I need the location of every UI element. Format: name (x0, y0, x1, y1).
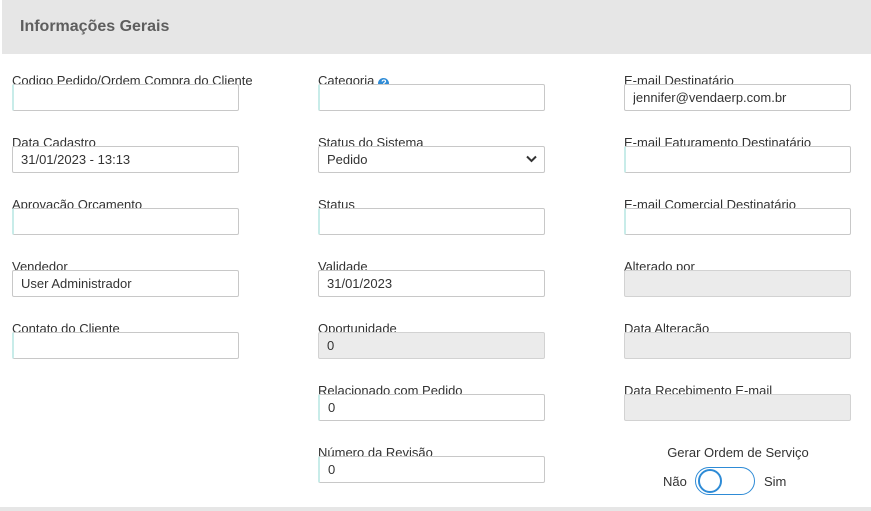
data-recebimento-input (624, 394, 851, 421)
status-sistema-field: Status do Sistema Pedido (318, 135, 546, 173)
email-faturamento-field: E-mail Faturamento Destinatário (624, 135, 852, 173)
vendedor-field: Vendedor (12, 259, 240, 297)
email-faturamento-input[interactable] (624, 146, 851, 173)
oportunidade-input (318, 332, 545, 359)
bottom-divider (0, 507, 871, 511)
data-cadastro-input[interactable] (12, 146, 239, 173)
aprovacao-orcamento-input[interactable] (12, 208, 239, 235)
categoria-input[interactable] (318, 84, 545, 111)
relacionado-pedido-input[interactable] (318, 394, 545, 421)
validade-field: Validade (318, 259, 546, 297)
vendedor-input[interactable] (12, 270, 239, 297)
data-alteracao-field: Data Alteração (624, 321, 852, 359)
email-comercial-input[interactable] (624, 208, 851, 235)
data-cadastro-field: Data Cadastro (12, 135, 240, 173)
oportunidade-field: Oportunidade (318, 321, 546, 359)
gerar-ordem-servico-field: Gerar Ordem de Serviço Não Sim (624, 445, 852, 497)
toggle-knob (698, 469, 722, 493)
status-input[interactable] (318, 208, 545, 235)
gerar-ordem-servico-row: Não Sim (624, 467, 852, 497)
status-field: Status (318, 197, 546, 235)
alterado-por-field: Alterado por (624, 259, 852, 297)
contato-cliente-field: Contato do Cliente (12, 321, 240, 359)
codigo-pedido-input[interactable] (12, 84, 239, 111)
validade-input[interactable] (318, 270, 545, 297)
contato-cliente-input[interactable] (12, 332, 239, 359)
status-sistema-select[interactable]: Pedido (318, 146, 545, 173)
aprovacao-orcamento-field: Aprovação Orçamento (12, 197, 240, 235)
alterado-por-input (624, 270, 851, 297)
email-comercial-field: E-mail Comercial Destinatário (624, 197, 852, 235)
numero-revisao-field: Número da Revisão (318, 445, 546, 483)
toggle-on-label: Sim (764, 474, 787, 489)
gerar-ordem-servico-label: Gerar Ordem de Serviço (667, 445, 809, 460)
panel-title: Informações Gerais (20, 18, 170, 35)
numero-revisao-input[interactable] (318, 456, 545, 483)
panel-header: Informações Gerais (2, 0, 871, 54)
relacionado-pedido-field: Relacionado com Pedido (318, 383, 546, 421)
data-recebimento-field: Data Recebimento E-mail (624, 383, 852, 421)
email-destinatario-input[interactable] (624, 84, 851, 111)
codigo-pedido-field: Codigo Pedido/Ordem Compra do Cliente (12, 73, 253, 111)
status-sistema-value: Pedido (318, 146, 545, 173)
email-destinatario-field: E-mail Destinatário (624, 73, 852, 111)
data-alteracao-input (624, 332, 851, 359)
categoria-field: Categoria? (318, 73, 546, 111)
toggle-off-label: Não (663, 474, 687, 489)
gerar-ordem-servico-toggle[interactable] (695, 467, 755, 495)
